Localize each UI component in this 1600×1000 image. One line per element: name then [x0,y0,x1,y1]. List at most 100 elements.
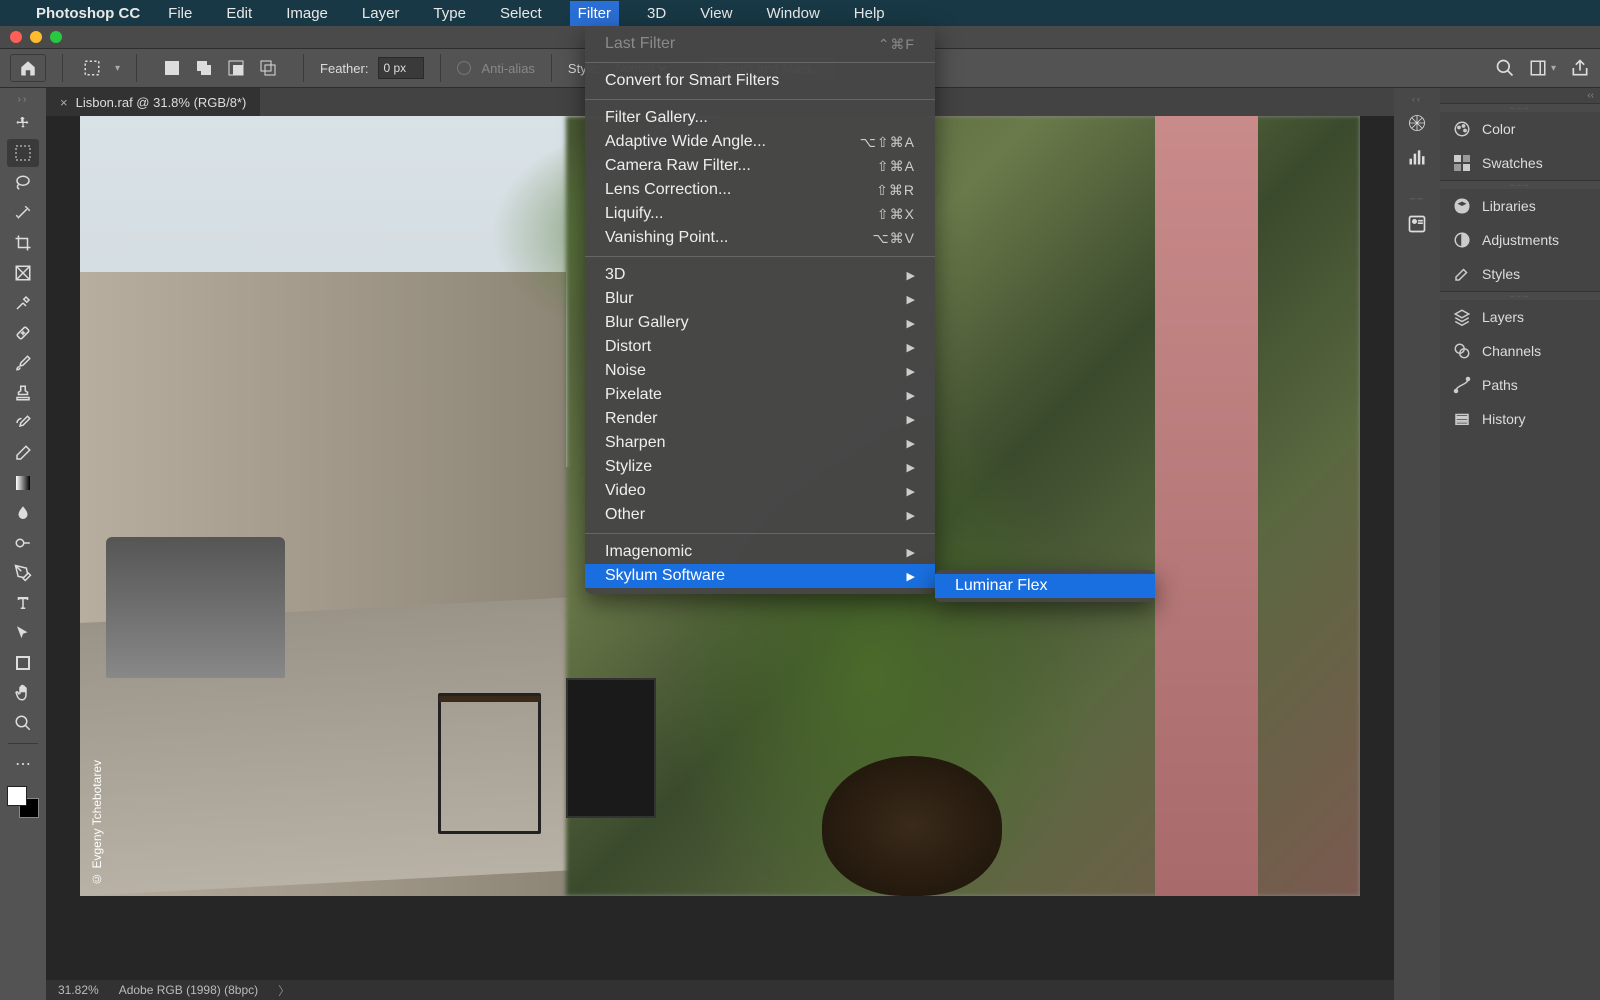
tool-dodge[interactable] [7,529,39,557]
panel-label: Styles [1482,266,1520,282]
tool-eyedropper[interactable] [7,289,39,317]
menu-3d[interactable]: 3D [641,3,672,24]
collapse-panels-icon[interactable]: ‹‹ [1440,88,1600,103]
traffic-zoom-icon[interactable] [50,31,62,43]
menu-shortcut: ⇧⌘A [877,158,915,175]
status-zoom[interactable]: 31.82% [58,983,99,997]
menu-edit[interactable]: Edit [220,3,258,24]
feather-input[interactable] [378,57,424,79]
tool-brush[interactable] [7,349,39,377]
color-icon [1452,119,1472,139]
menu-item-convert-smart[interactable]: Convert for Smart Filters [585,69,935,93]
properties-icon[interactable] [1400,209,1434,239]
navigator-icon[interactable] [1400,108,1434,138]
color-swatches[interactable] [7,786,39,818]
panel-adjustments[interactable]: Adjustments [1440,223,1600,257]
tool-editmode[interactable]: ⋯ [7,750,39,778]
tool-lasso[interactable] [7,169,39,197]
menu-item-3d[interactable]: 3D▶ [585,263,935,287]
menu-select[interactable]: Select [494,3,548,24]
close-tab-icon[interactable]: × [60,95,68,110]
workspace-switcher[interactable]: ▾ [1529,59,1556,77]
marquee-tool-preset[interactable] [79,55,105,81]
menu-item-label: 3D [605,266,625,284]
status-chevron-icon[interactable]: 〉 [278,982,290,999]
tool-wand[interactable] [7,199,39,227]
menu-item-skylum[interactable]: Skylum Software▶ [585,564,935,588]
tool-path-select[interactable] [7,619,39,647]
sel-new-icon[interactable] [159,55,185,81]
panel-layers[interactable]: Layers [1440,300,1600,334]
collapse-icon[interactable]: ‹‹ [1412,94,1422,104]
tool-stamp[interactable] [7,379,39,407]
chevron-down-icon[interactable]: ▾ [115,63,120,74]
menu-item-stylize[interactable]: Stylize▶ [585,455,935,479]
menu-image[interactable]: Image [280,3,334,24]
menu-item-lens-correction[interactable]: Lens Correction...⇧⌘R [585,178,935,202]
tool-blur[interactable] [7,499,39,527]
tool-frame[interactable] [7,259,39,287]
menu-shortcut: ⌥⇧⌘A [860,134,915,151]
menu-file[interactable]: File [162,3,198,24]
menu-item-render[interactable]: Render▶ [585,407,935,431]
panel-grip-icon[interactable]: ›› [18,94,29,105]
menu-item-vanishing-point[interactable]: Vanishing Point...⌥⌘V [585,226,935,250]
menu-filter[interactable]: Filter [570,1,619,26]
search-icon[interactable] [1495,58,1515,78]
submenu-arrow-icon: ▶ [907,437,915,450]
status-profile[interactable]: Adobe RGB (1998) (8bpc) [119,983,258,997]
menu-window[interactable]: Window [760,3,825,24]
menu-item-sharpen[interactable]: Sharpen▶ [585,431,935,455]
menu-item-blur-gallery[interactable]: Blur Gallery▶ [585,311,935,335]
tool-type[interactable] [7,589,39,617]
tool-marquee[interactable] [7,139,39,167]
panel-swatches[interactable]: Swatches [1440,146,1600,180]
foreground-swatch[interactable] [7,786,27,806]
histogram-icon[interactable] [1400,142,1434,172]
menu-item-camera-raw[interactable]: Camera Raw Filter...⇧⌘A [585,154,935,178]
panel-grip-icon[interactable]: ┈┈┈ [1440,292,1600,300]
tool-zoom[interactable] [7,709,39,737]
menu-item-liquify[interactable]: Liquify...⇧⌘X [585,202,935,226]
tool-hand[interactable] [7,679,39,707]
panel-paths[interactable]: Paths [1440,368,1600,402]
tool-heal[interactable] [7,319,39,347]
menu-item-imagenomic[interactable]: Imagenomic▶ [585,540,935,564]
home-button[interactable] [10,54,46,82]
submenu-item-luminar-flex[interactable]: Luminar Flex [935,574,1155,598]
tool-pen[interactable] [7,559,39,587]
menu-item-filter-gallery[interactable]: Filter Gallery... [585,106,935,130]
tool-gradient[interactable] [7,469,39,497]
tool-shape[interactable] [7,649,39,677]
tool-crop[interactable] [7,229,39,257]
panel-grip-icon[interactable]: ┈┈┈ [1440,181,1600,189]
menu-item-video[interactable]: Video▶ [585,479,935,503]
panel-color[interactable]: Color [1440,112,1600,146]
tool-history-brush[interactable] [7,409,39,437]
panel-grip-icon[interactable]: ┈┈┈ [1440,104,1600,112]
traffic-minimize-icon[interactable] [30,31,42,43]
traffic-close-icon[interactable] [10,31,22,43]
menu-help[interactable]: Help [848,3,891,24]
panel-libraries[interactable]: Libraries [1440,189,1600,223]
menu-item-other[interactable]: Other▶ [585,503,935,527]
sel-add-icon[interactable] [191,55,217,81]
panel-styles[interactable]: Styles [1440,257,1600,291]
menu-view[interactable]: View [694,3,738,24]
panel-channels[interactable]: Channels [1440,334,1600,368]
share-icon[interactable] [1570,58,1590,78]
menu-item-pixelate[interactable]: Pixelate▶ [585,383,935,407]
sel-intersect-icon[interactable] [255,55,281,81]
menu-layer[interactable]: Layer [356,3,406,24]
menu-item-adaptive-wide-angle[interactable]: Adaptive Wide Angle...⌥⇧⌘A [585,130,935,154]
tool-eraser[interactable] [7,439,39,467]
menu-type[interactable]: Type [427,3,472,24]
menu-item-blur[interactable]: Blur▶ [585,287,935,311]
panel-label: Libraries [1482,198,1536,214]
document-tab[interactable]: × Lisbon.raf @ 31.8% (RGB/8*) [46,88,260,116]
menu-item-noise[interactable]: Noise▶ [585,359,935,383]
menu-item-distort[interactable]: Distort▶ [585,335,935,359]
panel-history[interactable]: History [1440,402,1600,436]
tool-move[interactable] [7,109,39,137]
sel-subtract-icon[interactable] [223,55,249,81]
